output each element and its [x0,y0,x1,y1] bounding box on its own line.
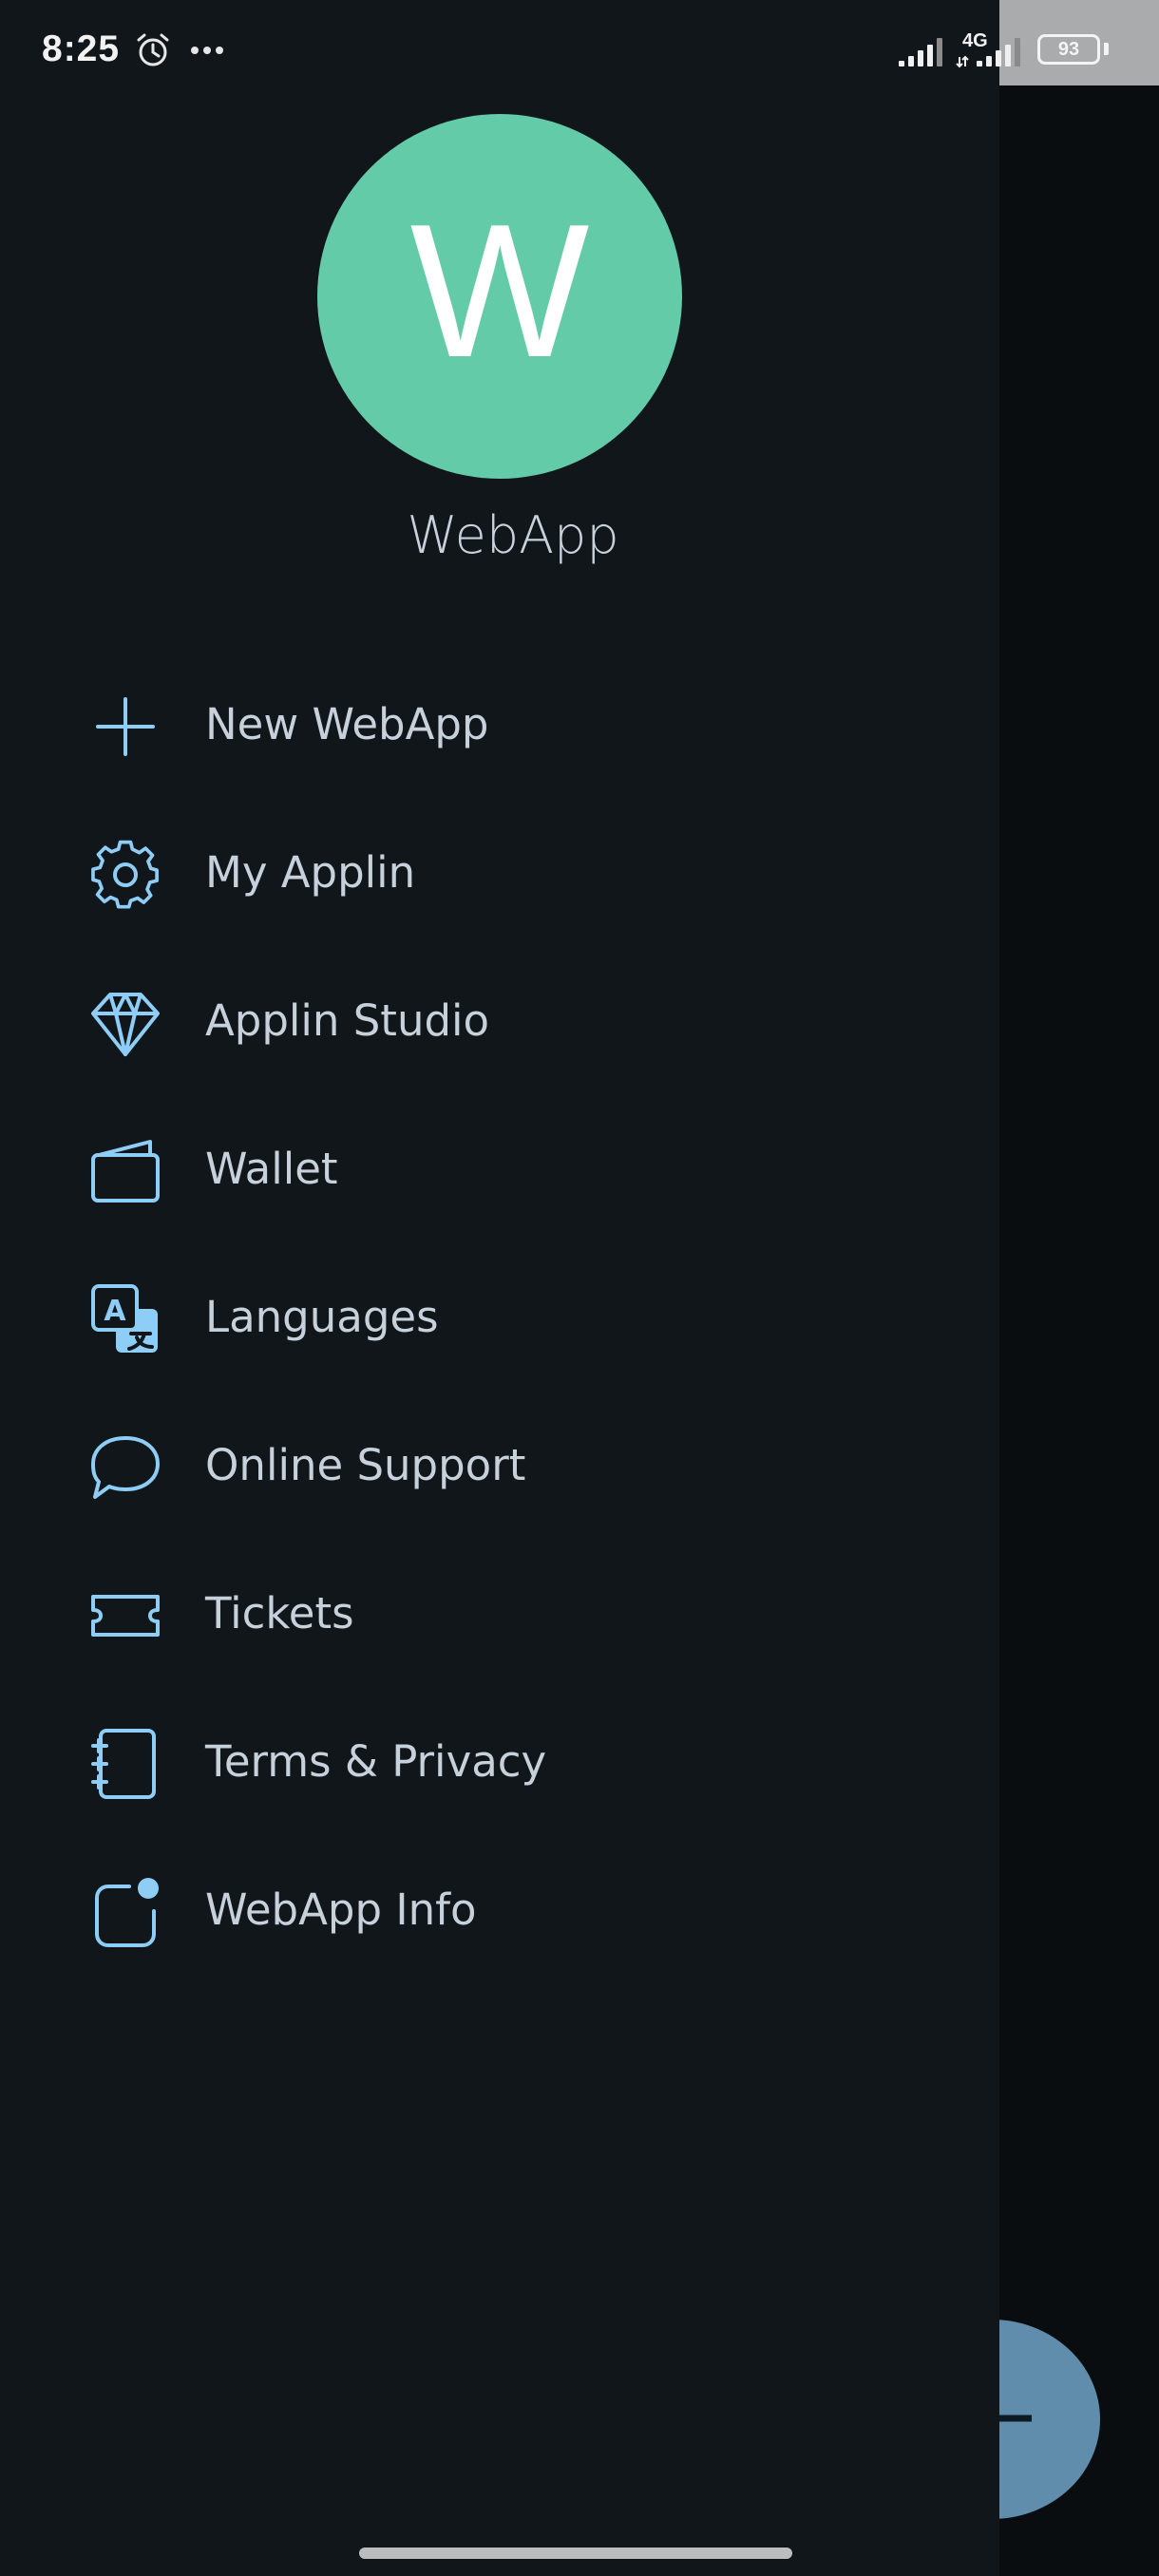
menu-item-terms-privacy[interactable]: Terms & Privacy [0,1689,999,1837]
menu-item-label: Wallet [205,1144,338,1194]
menu-item-new-webapp[interactable]: New WebApp [0,652,999,800]
battery-tip [1104,43,1109,55]
translate-icon: A [91,1284,158,1353]
signal-strength-icon [956,38,1020,68]
avatar-letter: W [409,185,590,397]
menu-item-label: New WebApp [205,699,489,749]
battery-level: 93 [1057,39,1080,60]
menu-item-online-support[interactable]: Online Support [0,1392,999,1541]
menu-item-label: My Applin [205,847,416,898]
menu-item-label: Tickets [205,1588,354,1638]
plus-icon [96,697,155,756]
navigation-drawer: W WebApp New WebApp My Applin Applin Stu… [0,0,999,2576]
ticket-icon [91,1595,160,1637]
menu-item-tickets[interactable]: Tickets [0,1541,999,1689]
menu-item-label: Online Support [205,1440,526,1490]
status-bar: 8:25 4G 93 [0,0,1159,104]
menu-item-applin-studio[interactable]: Applin Studio [0,948,999,1096]
signal-strength-icon [899,38,942,66]
drawer-menu: New WebApp My Applin Applin Studio Walle… [0,652,999,1985]
avatar[interactable]: W [317,114,682,479]
alarm-icon [137,33,169,66]
menu-item-wallet[interactable]: Wallet [0,1096,999,1244]
profile-name: WebApp [407,505,619,565]
menu-item-label: Applin Studio [205,995,490,1046]
wallet-icon [91,1140,160,1203]
svg-text:A: A [104,1295,126,1328]
menu-item-label: Terms & Privacy [205,1736,547,1787]
menu-item-label: Languages [205,1292,439,1342]
menu-item-label: WebApp Info [205,1885,477,1935]
home-indicator[interactable] [359,2548,792,2559]
battery-icon: 93 [1037,34,1100,65]
more-icon [191,47,223,54]
menu-item-languages[interactable]: A Languages [0,1244,999,1392]
diamond-icon [91,993,160,1056]
app-info-icon [95,1878,159,1947]
status-time: 8:25 [42,28,121,69]
chat-bubble-icon [91,1436,160,1499]
screen: W WebApp New WebApp My Applin Applin Stu… [0,0,1159,2576]
notebook-icon [91,1729,156,1799]
menu-item-my-applin[interactable]: My Applin [0,800,999,948]
gear-icon [91,840,159,909]
menu-item-webapp-info[interactable]: WebApp Info [0,1837,999,1985]
